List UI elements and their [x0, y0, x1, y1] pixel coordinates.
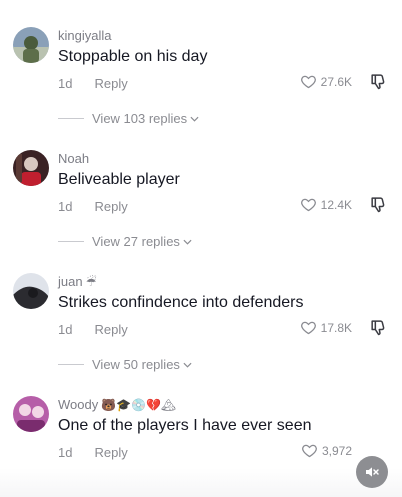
view-replies-label[interactable]: View 27 replies: [92, 234, 180, 249]
divider-line: [58, 364, 84, 365]
divider-line: [58, 241, 84, 242]
reply-button[interactable]: Reply: [94, 445, 127, 460]
comment-username[interactable]: Woody 🐻🎓💿💔🏔: [58, 397, 176, 412]
chevron-down-icon: [183, 239, 192, 245]
like-count: 17.8K: [320, 320, 352, 335]
reply-button[interactable]: Reply: [94, 322, 127, 337]
comment-text: Beliveable player: [58, 171, 180, 188]
comment-text: Strikes confindence into defenders: [58, 294, 304, 311]
avatar[interactable]: [13, 27, 49, 63]
heart-outline-icon: [302, 444, 317, 458]
view-replies-button[interactable]: View 103 replies: [58, 111, 199, 126]
comment-age: 1d: [58, 199, 73, 214]
view-replies-label[interactable]: View 103 replies: [92, 111, 187, 126]
chevron-down-icon: [190, 116, 199, 122]
like-button[interactable]: 17.8K: [300, 319, 352, 336]
avatar[interactable]: [13, 150, 49, 186]
comment-username[interactable]: kingiyalla: [58, 28, 111, 43]
username-badges: 🐻🎓💿💔🏔: [101, 397, 177, 412]
like-count: 12.4K: [320, 197, 352, 212]
view-replies-button[interactable]: View 27 replies: [58, 234, 192, 249]
like-count: 3,972: [321, 443, 352, 458]
username-badges: ☔: [85, 274, 97, 289]
avatar[interactable]: [13, 273, 49, 309]
comment-meta: 1d Reply: [58, 322, 128, 337]
chevron-down-icon: [183, 362, 192, 368]
heart-outline-icon: [300, 75, 316, 89]
comment-username[interactable]: Noah: [58, 151, 89, 166]
avatar[interactable]: [13, 396, 49, 432]
thumbs-down-icon[interactable]: [369, 72, 388, 91]
like-button[interactable]: 12.4K: [300, 196, 352, 213]
view-replies-button[interactable]: View 50 replies: [58, 357, 192, 372]
comment-meta: 1d Reply: [58, 199, 128, 214]
username-text[interactable]: Noah: [58, 151, 89, 166]
comment-text: One of the players I have ever seen: [58, 417, 312, 434]
comment-text: Stoppable on his day: [58, 48, 208, 65]
thumbs-down-icon[interactable]: [369, 195, 388, 214]
comment-age: 1d: [58, 445, 73, 460]
like-button[interactable]: 3,972: [301, 442, 352, 459]
like-count: 27.6K: [320, 74, 352, 89]
heart-outline-icon: [300, 321, 316, 335]
username-text[interactable]: Woody: [58, 397, 98, 412]
reply-button[interactable]: Reply: [94, 76, 127, 91]
comment-age: 1d: [58, 76, 73, 91]
comment-username[interactable]: juan ☔: [58, 274, 96, 289]
username-text[interactable]: kingiyalla: [58, 28, 111, 43]
reply-button[interactable]: Reply: [94, 199, 127, 214]
mute-button[interactable]: [356, 456, 388, 488]
comment-meta: 1d Reply: [58, 445, 128, 460]
view-replies-label[interactable]: View 50 replies: [92, 357, 180, 372]
thumbs-down-icon[interactable]: [369, 318, 388, 337]
like-button[interactable]: 27.6K: [300, 73, 352, 90]
divider-line: [58, 118, 84, 119]
bottom-fade: [0, 468, 402, 497]
speaker-muted-icon: [366, 467, 379, 477]
username-text[interactable]: juan: [58, 274, 83, 289]
heart-outline-icon: [300, 198, 316, 212]
comment-meta: 1d Reply: [58, 76, 128, 91]
comment-age: 1d: [58, 322, 73, 337]
